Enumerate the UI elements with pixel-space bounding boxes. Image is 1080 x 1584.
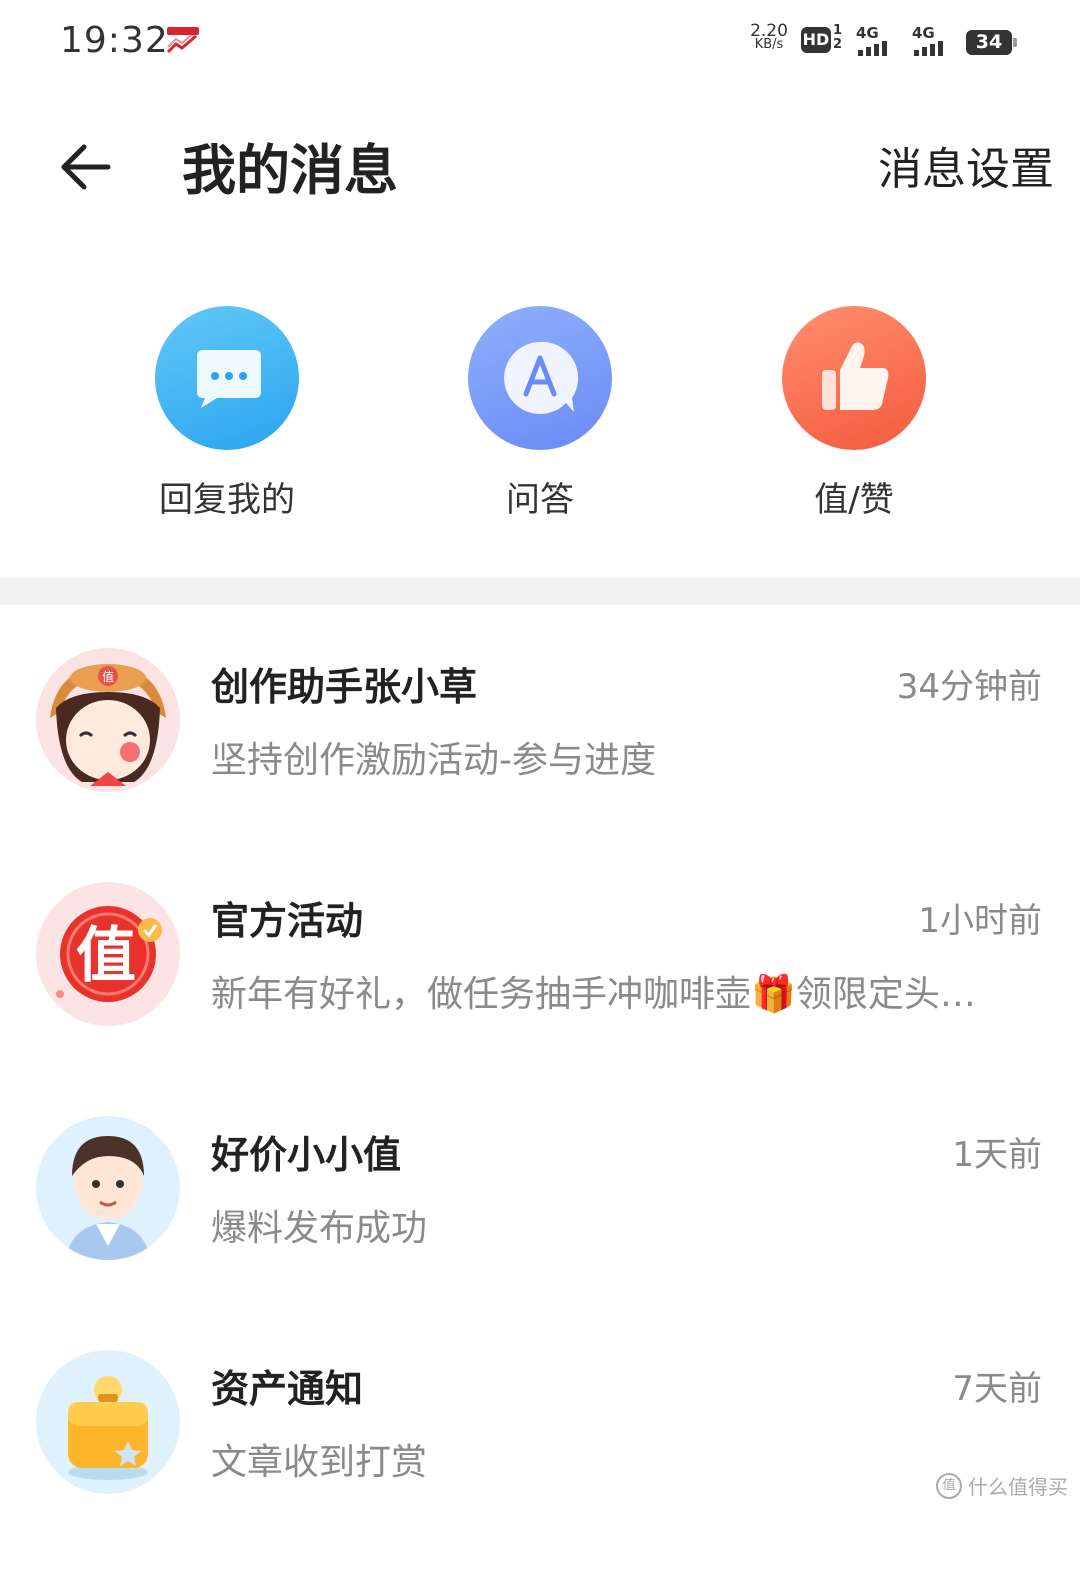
message-title: 创作助手张小草 bbox=[211, 665, 478, 709]
watermark-logo-icon: 值 bbox=[936, 1472, 962, 1499]
reply-circle bbox=[155, 306, 299, 450]
zhi-like-button[interactable]: 值/赞 bbox=[754, 306, 954, 522]
reply-to-me-button[interactable]: 回复我的 bbox=[127, 306, 327, 522]
message-item-asset-notice[interactable]: 资产通知 7天前 文章收到打赏 bbox=[0, 1350, 1080, 1584]
message-preview: 新年有好礼，做任务抽手冲咖啡壶🎁领限定头… bbox=[211, 974, 976, 1015]
message-item-creator-assistant[interactable]: 值 创作助手张小草 34分钟前 坚持创作激励活动-参与进度 bbox=[0, 648, 1080, 882]
category-label: 值/赞 bbox=[814, 480, 894, 520]
message-preview: 文章收到打赏 bbox=[211, 1442, 428, 1483]
boy-avatar bbox=[36, 1116, 180, 1260]
back-arrow-icon[interactable] bbox=[54, 135, 118, 199]
svg-text:值: 值 bbox=[76, 921, 136, 991]
message-item-official-activity[interactable]: 值 官方活动 1小时前 新年有好礼，做任务抽手冲咖啡壶🎁领限定头… bbox=[0, 882, 1080, 1116]
like-circle bbox=[782, 306, 926, 450]
message-item-good-price[interactable]: 好价小小值 1天前 爆料发布成功 bbox=[0, 1116, 1080, 1350]
message-title: 官方活动 bbox=[211, 899, 364, 943]
treasure-box-avatar bbox=[36, 1350, 180, 1494]
signal-icon-sim1: 4G bbox=[856, 24, 904, 56]
thumbs-up-icon bbox=[822, 342, 889, 410]
category-label: 回复我的 bbox=[159, 480, 295, 520]
girl-hat-avatar: 值 bbox=[36, 648, 180, 792]
category-label: 问答 bbox=[506, 480, 574, 520]
qa-bubble-icon bbox=[504, 341, 579, 414]
section-divider bbox=[0, 578, 1080, 605]
message-time: 1天前 bbox=[952, 1135, 1042, 1175]
signal-icon-sim2: 4G bbox=[912, 24, 960, 56]
page-title: 我的消息 bbox=[182, 139, 398, 202]
message-time: 1小时前 bbox=[918, 901, 1042, 941]
network-speed: 2.20 KB/s bbox=[750, 21, 788, 52]
message-title: 资产通知 bbox=[211, 1367, 364, 1411]
qa-button[interactable]: 问答 bbox=[440, 306, 640, 522]
message-title: 好价小小值 bbox=[211, 1133, 402, 1177]
message-settings-button[interactable]: 消息设置 bbox=[878, 140, 1054, 200]
watermark: 值 什么值得买 bbox=[936, 1471, 1068, 1500]
battery-icon: 34 bbox=[966, 30, 1017, 55]
svg-text:值: 值 bbox=[102, 669, 114, 684]
zhi-badge-avatar: 值 bbox=[36, 882, 180, 1026]
chat-bubble-icon bbox=[197, 350, 261, 408]
message-preview: 爆料发布成功 bbox=[211, 1208, 428, 1249]
message-time: 7天前 bbox=[952, 1369, 1042, 1409]
message-preview: 坚持创作激励活动-参与进度 bbox=[211, 740, 656, 781]
trending-app-icon bbox=[166, 27, 199, 54]
qa-circle bbox=[468, 306, 612, 450]
watermark-text: 什么值得买 bbox=[968, 1475, 1068, 1499]
hd-voice-icon: HD bbox=[801, 27, 831, 53]
status-bar: 19:32 2.20 KB/s HD 1 2 4G 4G 34 bbox=[0, 0, 1080, 90]
hd-sim-numbers: 1 2 bbox=[833, 23, 843, 52]
status-time: 19:32 bbox=[60, 20, 169, 61]
message-time: 34分钟前 bbox=[896, 667, 1042, 707]
